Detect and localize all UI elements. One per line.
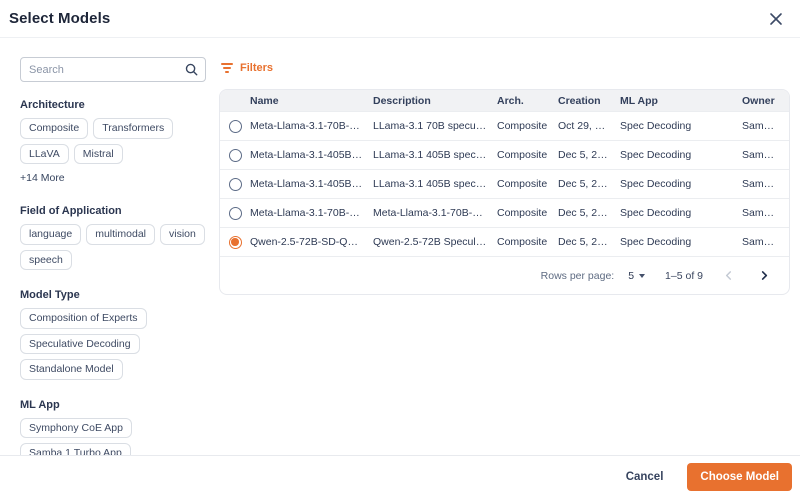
filter-section-model-type: Model Type Composition of Experts Specul…: [20, 289, 206, 380]
column-header-name: Name: [250, 95, 373, 107]
search-icon[interactable]: [185, 63, 198, 76]
cell-arch: Composite: [497, 207, 558, 219]
cell-description: Qwen-2.5-72B Speculativ…: [373, 236, 497, 248]
filter-section-label: Model Type: [20, 289, 206, 301]
cell-arch: Composite: [497, 120, 558, 132]
table-row[interactable]: Meta-Llama-3.1-405B-SD… LLama-3.1 405B s…: [220, 169, 789, 198]
cell-ml-app: Spec Decoding: [620, 149, 742, 161]
cell-ml-app: Spec Decoding: [620, 207, 742, 219]
table-pagination: Rows per page: 5 1–5 of 9: [220, 256, 789, 294]
models-table: Name Description Arch. Creation ML App O…: [219, 89, 790, 295]
pagination-range: 1–5 of 9: [665, 270, 703, 282]
column-header-description: Description: [373, 95, 497, 107]
cell-owner: SambaNo…: [742, 178, 789, 190]
cell-description: Meta-Llama-3.1-70B-SD-L…: [373, 207, 497, 219]
cell-name: Meta-Llama-3.1-70B-SD-L…: [250, 207, 373, 219]
cell-arch: Composite: [497, 236, 558, 248]
cell-description: LLama-3.1 70B speculative…: [373, 120, 497, 132]
filter-section-label: Architecture: [20, 99, 206, 111]
filter-section-ml-app: ML App Symphony CoE App Samba 1 Turbo Ap…: [20, 399, 206, 456]
cell-name: Meta-Llama-3.1-405B-SD…: [250, 149, 373, 161]
cell-owner: SambaNo…: [742, 207, 789, 219]
next-page-icon[interactable]: [753, 265, 775, 287]
filter-chip[interactable]: Standalone Model: [20, 359, 123, 380]
cell-ml-app: Spec Decoding: [620, 178, 742, 190]
cell-creation: Dec 5, 2024: [558, 149, 620, 161]
filter-section-label: Field of Application: [20, 205, 206, 217]
column-header-arch: Arch.: [497, 95, 558, 107]
cell-creation: Dec 5, 2024: [558, 207, 620, 219]
search-box: [20, 57, 206, 82]
filter-icon: [221, 63, 233, 73]
filter-chip[interactable]: Transformers: [93, 118, 173, 139]
row-radio-button[interactable]: [229, 149, 242, 162]
table-row[interactable]: Meta-Llama-3.1-70B-SD-L… LLama-3.1 70B s…: [220, 111, 789, 140]
dialog-footer: Cancel Choose Model: [0, 455, 800, 497]
column-header-owner: Owner: [742, 95, 789, 107]
cell-name: Meta-Llama-3.1-70B-SD-L…: [250, 120, 373, 132]
column-header-creation: Creation: [558, 95, 620, 107]
table-row[interactable]: Meta-Llama-3.1-405B-SD… LLama-3.1 405B s…: [220, 140, 789, 169]
cell-arch: Composite: [497, 178, 558, 190]
filter-chip[interactable]: Composite: [20, 118, 88, 139]
show-more-link[interactable]: +14 More: [20, 172, 65, 184]
filter-chip[interactable]: speech: [20, 250, 72, 271]
filters-button[interactable]: Filters: [219, 57, 275, 79]
filter-chip[interactable]: Samba 1 Turbo App: [20, 443, 131, 455]
cell-name: Meta-Llama-3.1-405B-SD…: [250, 178, 373, 190]
cell-name: Qwen-2.5-72B-SD-Qwen-…: [250, 236, 373, 248]
row-radio-button[interactable]: [229, 120, 242, 133]
filter-chip[interactable]: Symphony CoE App: [20, 418, 132, 439]
filter-chip[interactable]: language: [20, 224, 81, 245]
page-title: Select Models: [9, 10, 110, 27]
filter-chip[interactable]: Mistral: [74, 144, 123, 165]
row-radio-button[interactable]: [229, 236, 242, 249]
cell-ml-app: Spec Decoding: [620, 120, 742, 132]
rows-per-page-label: Rows per page:: [541, 270, 615, 282]
chevron-down-icon: [639, 274, 645, 278]
table-header-row: Name Description Arch. Creation ML App O…: [220, 90, 789, 111]
cell-creation: Dec 5, 2024: [558, 236, 620, 248]
filter-chip[interactable]: LLaVA: [20, 144, 69, 165]
cell-owner: SambaNo…: [742, 120, 789, 132]
filter-chip[interactable]: Speculative Decoding: [20, 334, 140, 355]
rows-per-page-value: 5: [628, 270, 634, 282]
table-row[interactable]: Qwen-2.5-72B-SD-Qwen-… Qwen-2.5-72B Spec…: [220, 227, 789, 256]
close-icon[interactable]: [766, 9, 786, 29]
filter-chip[interactable]: vision: [160, 224, 205, 245]
prev-page-icon[interactable]: [717, 265, 739, 287]
filter-sidebar: Architecture Composite Transformers LLaV…: [0, 57, 206, 455]
row-radio-button[interactable]: [229, 207, 242, 220]
cell-owner: SambaNo…: [742, 236, 789, 248]
cell-ml-app: Spec Decoding: [620, 236, 742, 248]
filter-section-field-of-application: Field of Application language multimodal…: [20, 205, 206, 270]
filters-button-label: Filters: [240, 62, 273, 74]
cell-creation: Dec 5, 2024: [558, 178, 620, 190]
dialog-body: Architecture Composite Transformers LLaV…: [0, 38, 800, 455]
table-row[interactable]: Meta-Llama-3.1-70B-SD-L… Meta-Llama-3.1-…: [220, 198, 789, 227]
cell-creation: Oct 29, 2024: [558, 120, 620, 132]
filter-chip[interactable]: Composition of Experts: [20, 308, 147, 329]
filter-section-architecture: Architecture Composite Transformers LLaV…: [20, 99, 206, 186]
filter-section-label: ML App: [20, 399, 206, 411]
filter-chip[interactable]: multimodal: [86, 224, 155, 245]
column-header-ml-app: ML App: [620, 95, 742, 107]
cell-description: LLama-3.1 405B speculati…: [373, 149, 497, 161]
cell-description: LLama-3.1 405B speculati…: [373, 178, 497, 190]
cell-arch: Composite: [497, 149, 558, 161]
row-radio-button[interactable]: [229, 178, 242, 191]
rows-per-page-select[interactable]: 5: [628, 270, 645, 282]
table-area: Filters Name Description Arch. Creation …: [206, 57, 800, 455]
search-input[interactable]: [29, 64, 185, 76]
cell-owner: SambaNo…: [742, 149, 789, 161]
dialog-header: Select Models: [0, 0, 800, 38]
choose-model-button[interactable]: Choose Model: [687, 463, 792, 491]
cancel-button[interactable]: Cancel: [618, 465, 672, 489]
